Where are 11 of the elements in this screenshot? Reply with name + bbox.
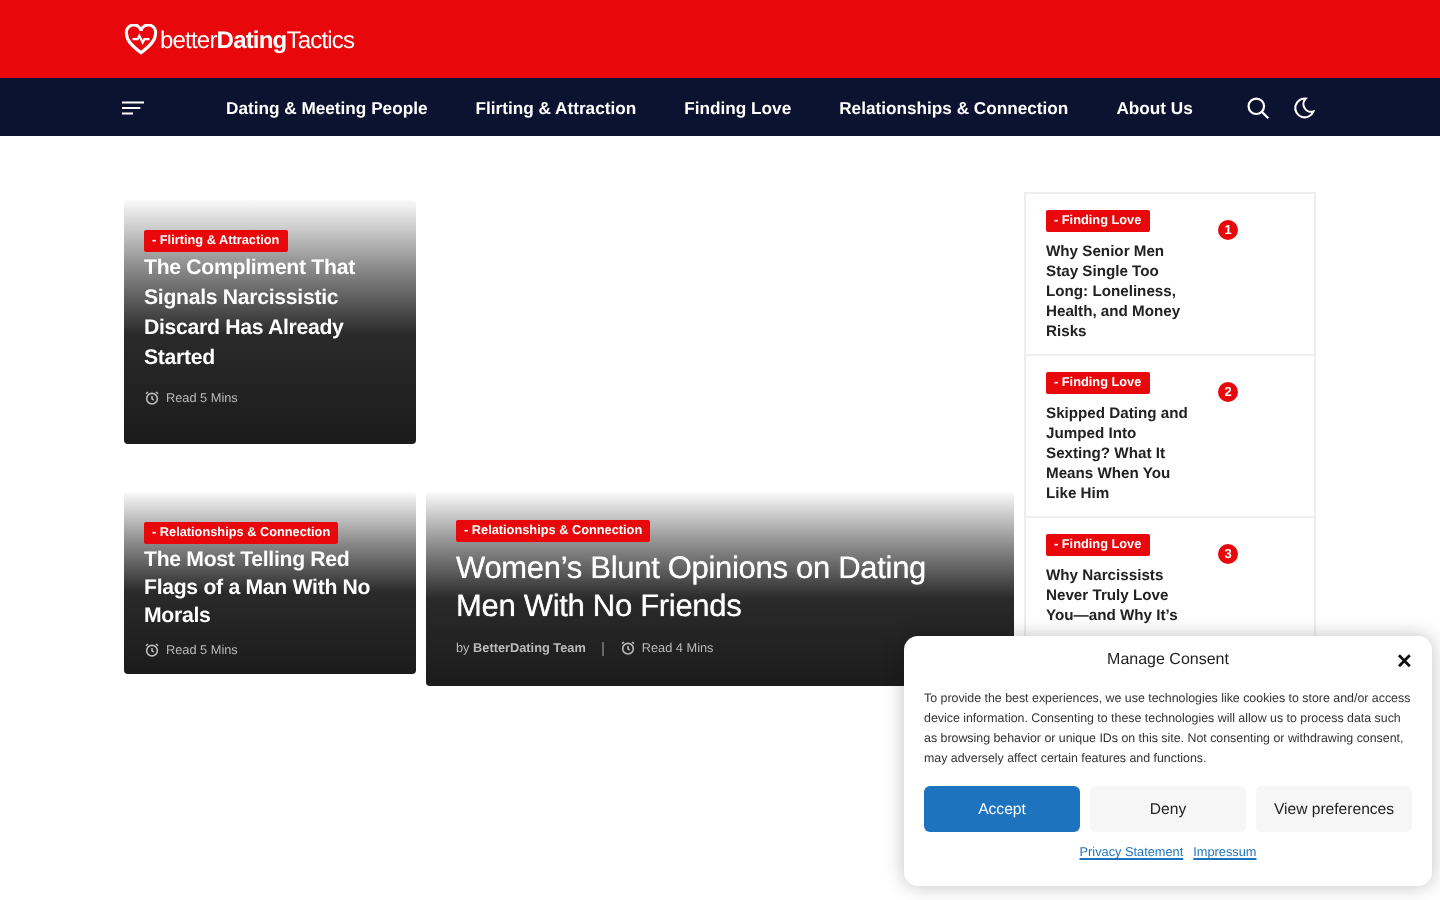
- nav-link[interactable]: About Us: [1116, 97, 1193, 117]
- post-title[interactable]: Women’s Blunt Opinions on Dating Men With No Friends: [456, 550, 984, 626]
- dialog-title: Manage Consent: [1107, 650, 1229, 668]
- nav-link[interactable]: Relationships & Connection: [839, 97, 1069, 117]
- nav-link[interactable]: Dating & Meeting People: [226, 97, 428, 117]
- site-logo[interactable]: betterDatingTactics: [160, 25, 355, 53]
- nav-link[interactable]: Flirting & Attraction: [475, 97, 637, 117]
- post-title[interactable]: The Most Telling Red Flags of a Man With No Morals: [144, 546, 396, 630]
- post-title[interactable]: The Compliment That Signals Narcissistic Discard Has Already Started: [144, 254, 396, 374]
- nav-link[interactable]: Finding Love: [684, 97, 792, 117]
- close-button[interactable]: ✕: [1396, 650, 1412, 674]
